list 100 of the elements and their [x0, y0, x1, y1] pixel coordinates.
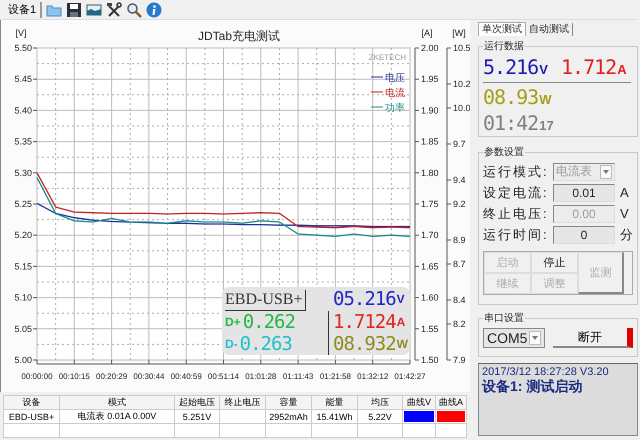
- axis-tick-label: 1.80: [421, 168, 439, 178]
- unit-label: W: [539, 92, 552, 107]
- axis-tick-label: 5.20: [14, 230, 32, 240]
- axis-tick-label: 9.7: [453, 139, 466, 149]
- field-label: 运行时间:: [483, 226, 550, 244]
- column-header: 能量: [312, 396, 358, 410]
- image-icon[interactable]: [86, 2, 102, 18]
- tab[interactable]: 单次测试: [478, 22, 526, 36]
- axis-tick-label: 8.2: [453, 319, 466, 329]
- axis-tick-label: 10.5: [453, 43, 470, 53]
- axis-tick-label: 2.00: [421, 43, 439, 53]
- port-dropdown[interactable]: COM5: [483, 328, 545, 348]
- axis-tick-label: 8.7: [453, 259, 466, 269]
- axis-tick-label: 5.15: [14, 261, 32, 272]
- axis-tick-label: 5.25: [14, 199, 32, 209]
- table-cell: 5.251V: [174, 410, 220, 424]
- axis-tick-label: 1.55: [421, 324, 439, 334]
- axis-tick-label: 10.0: [453, 103, 470, 113]
- meter-value: 08.93: [483, 85, 538, 109]
- tab[interactable]: 自动测试: [526, 23, 573, 36]
- axis-tick-label: 8.9: [453, 235, 466, 245]
- save-icon[interactable]: [66, 2, 82, 18]
- tools-icon[interactable]: [106, 2, 122, 18]
- action-button[interactable]: 停止: [531, 252, 578, 273]
- axis-tick-label: 1.75: [421, 199, 439, 209]
- column-header: 曲线V: [402, 396, 436, 410]
- reading-value: 0.262: [242, 311, 295, 333]
- unit-label: V: [619, 206, 630, 221]
- column-header: 容量: [266, 396, 312, 410]
- table-cell: 15.41Wh: [312, 410, 358, 424]
- unit-label: W: [396, 337, 408, 351]
- axis-unit: [A]: [422, 28, 432, 38]
- axis-tick-label: 9.2: [453, 199, 466, 209]
- axis-tick-label: 1.50: [421, 355, 439, 365]
- column-header: 模式: [60, 396, 174, 410]
- axis-tick-label: 00:00:00: [21, 372, 53, 381]
- column-header: 曲线A: [436, 396, 466, 410]
- group-title: 串口设置: [483, 312, 525, 325]
- reading-value: 0.263: [240, 333, 292, 355]
- search-icon[interactable]: [126, 2, 142, 18]
- input-field[interactable]: 0.01: [553, 184, 615, 202]
- column-header: 终止电压: [220, 396, 266, 410]
- axis-tick-label: 1.65: [421, 261, 439, 272]
- axis-tick-label: 1.60: [421, 292, 439, 303]
- meter-value: 5.216: [483, 55, 538, 79]
- column-header: 均压: [358, 396, 402, 410]
- unit-label: V: [539, 62, 548, 77]
- column-header: 起始电压: [174, 396, 220, 410]
- axis-tick-label: 00:51:14: [208, 372, 240, 381]
- disconnect-button[interactable]: 断开: [553, 328, 633, 348]
- table-cell: 2952mAh: [266, 410, 312, 424]
- channel-label: D+: [225, 315, 241, 329]
- unit-label: 分: [619, 226, 633, 244]
- reading-value: 1.7124: [333, 311, 396, 333]
- unit-label: V: [396, 292, 405, 306]
- axis-tick-label: 9.4: [453, 175, 466, 185]
- axis-tick-label: 5.35: [14, 136, 32, 147]
- legend-item: 功率: [370, 103, 405, 114]
- axis-tick-label: 00:40:59: [170, 372, 202, 381]
- status-message: 设备1: 测试启动: [482, 378, 584, 396]
- unit-label: A: [396, 315, 406, 329]
- meter-value: 1.712: [561, 55, 616, 79]
- axis-tick-label: 01:01:28: [245, 372, 276, 381]
- axis-tick-label: 5.05: [14, 324, 32, 334]
- table-cell: EBD-USB+: [4, 410, 60, 424]
- axis-tick-label: 00:20:29: [96, 372, 128, 381]
- axis-tick-label: 01:11:43: [282, 372, 314, 381]
- group-title: 参数设置: [483, 146, 525, 159]
- model-label: EBD-USB+: [225, 290, 306, 311]
- axis-tick-label: 8.4: [453, 295, 466, 305]
- axis-tick-label: 00:10:15: [58, 372, 90, 381]
- axis-tick-label: 10.2: [453, 79, 470, 89]
- axis-tick-label: 5.50: [14, 43, 32, 53]
- legend-item: 电压: [370, 73, 405, 84]
- axis-tick-label: 1.90: [421, 105, 439, 116]
- column-header: 设备: [4, 396, 60, 410]
- unit-label: 17: [539, 118, 554, 133]
- reading-value: 05.216: [333, 288, 396, 310]
- table-cell: 5.22V: [358, 410, 402, 424]
- field-label: 终止电压:: [483, 204, 550, 222]
- group-title: 运行数据: [483, 40, 525, 53]
- status-timestamp: 2017/3/12 18:27:28 V3.20: [482, 366, 610, 378]
- legend-label: 电压: [385, 72, 405, 84]
- axis-tick-label: 5.30: [14, 168, 32, 178]
- info-icon[interactable]: [146, 2, 162, 18]
- axis-tick-label: 00:30:44: [133, 372, 164, 381]
- table-cell: 电流表 0.01A 0.00V: [60, 410, 174, 424]
- axis-tick-label: 5.40: [14, 105, 32, 116]
- axis-tick-label: 1.70: [421, 230, 439, 240]
- axis-tick-label: 01:21:58: [320, 372, 351, 381]
- reading-value: 08.932: [333, 333, 396, 355]
- channel-label: D-: [225, 337, 238, 351]
- axis-tick-label: 01:32:12: [357, 372, 388, 381]
- chart-title: JDTab充电测试: [198, 29, 280, 43]
- meter-value: 01:42: [483, 111, 538, 135]
- axis-tick-label: 1.95: [421, 74, 439, 84]
- input-field[interactable]: 0: [553, 226, 615, 244]
- field-label: 运行模式:: [483, 162, 550, 180]
- unit-label: A: [617, 62, 627, 77]
- axis-tick-label: 5.45: [14, 74, 32, 84]
